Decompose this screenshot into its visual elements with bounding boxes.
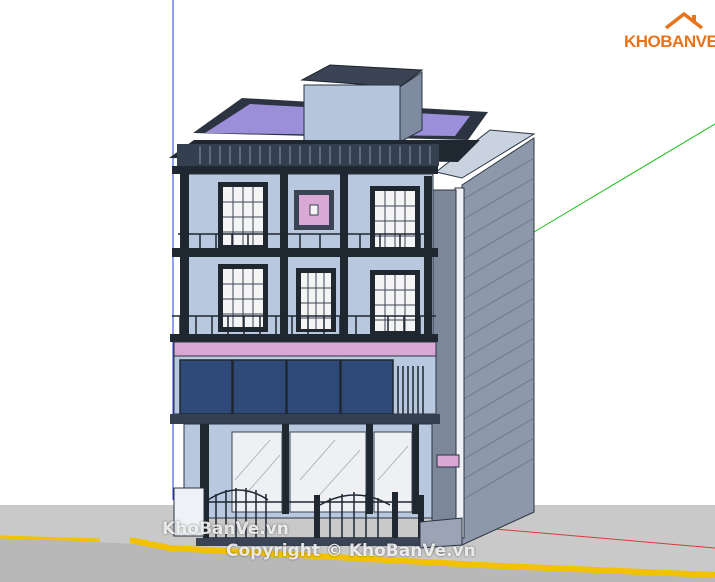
- window-2-center: [296, 268, 336, 332]
- window-2-right: [370, 270, 420, 334]
- cornice-base: [172, 166, 438, 174]
- balcony-3-slab: [172, 248, 438, 257]
- pink-band: [173, 341, 437, 357]
- window-3-center: [294, 190, 334, 230]
- watermark-copyright: Copyright © KhoBanVe.vn: [226, 541, 476, 561]
- floor-1-slab: [170, 414, 440, 424]
- glass-panels: [179, 359, 394, 415]
- khobanve-logo: KHOBANVE: [622, 10, 715, 54]
- watermark-left: KhoBanVe.vn: [162, 519, 289, 539]
- window-3-left: [218, 182, 268, 250]
- green-axis-line: [533, 123, 715, 233]
- 3d-model-viewport[interactable]: [0, 0, 715, 582]
- stair-tower-front: [303, 84, 401, 143]
- balcony-2-slab: [170, 334, 438, 342]
- side-ac-unit: [436, 454, 460, 468]
- window-3-right: [370, 186, 420, 252]
- logo-text: KHOBANVE: [624, 32, 715, 51]
